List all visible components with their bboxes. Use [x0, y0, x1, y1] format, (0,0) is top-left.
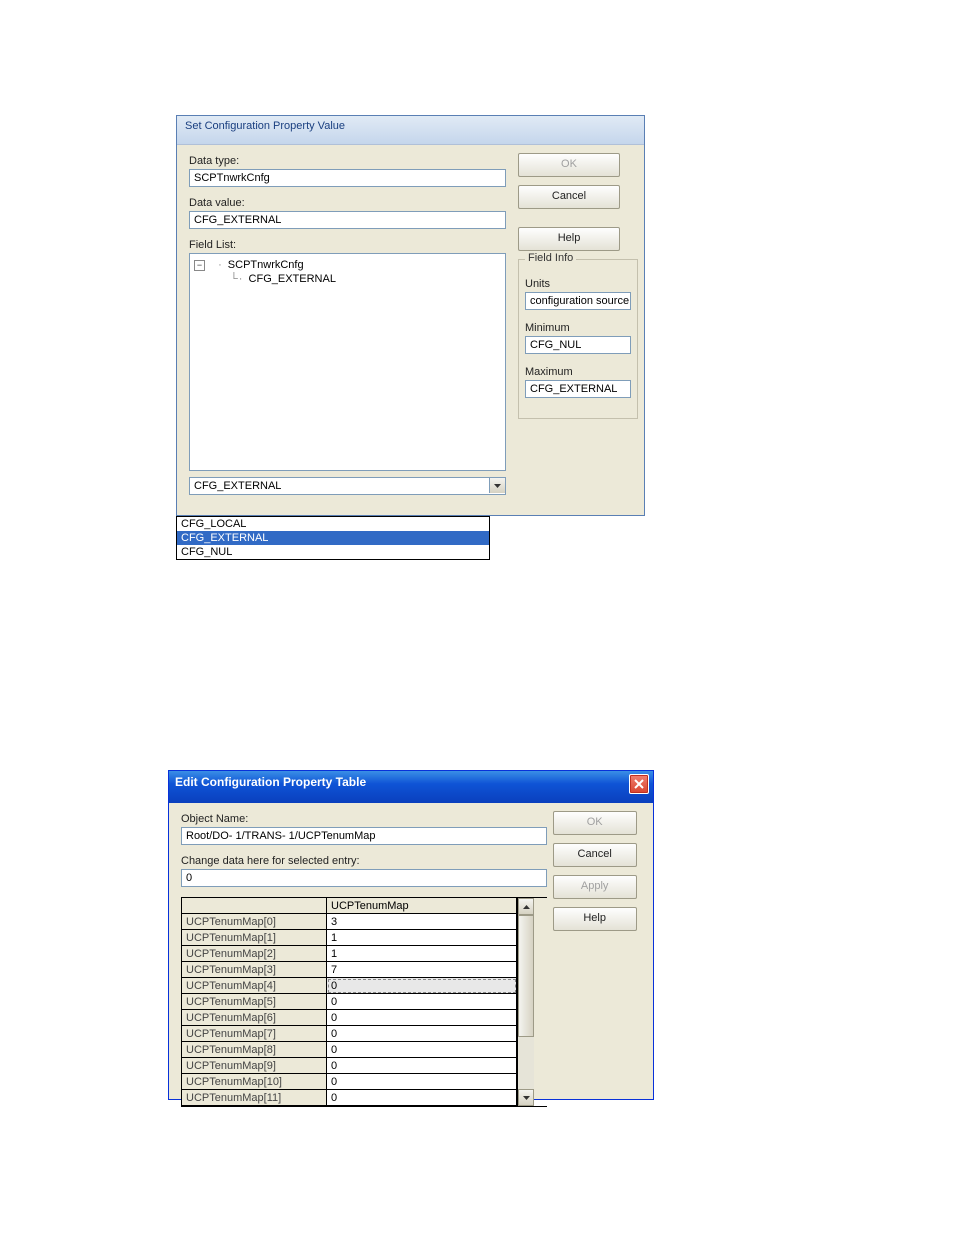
field-info-legend: Field Info — [525, 252, 576, 264]
maximum-label: Maximum — [525, 366, 631, 378]
tree-branch-icon: └· — [230, 273, 243, 285]
row-value-cell[interactable]: 1 — [327, 930, 517, 946]
row-value-cell[interactable]: 0 — [327, 1058, 517, 1074]
row-header[interactable]: UCPTenumMap[8] — [182, 1042, 327, 1058]
table-row[interactable]: UCPTenumMap[1]1 — [182, 930, 517, 946]
data-value-field: CFG_EXTERNAL — [189, 211, 506, 229]
table-row[interactable]: UCPTenumMap[3]7 — [182, 962, 517, 978]
tree-root[interactable]: − · SCPTnwrkCnfg — [194, 258, 501, 272]
table-row[interactable]: UCPTenumMap[4]0 — [182, 978, 517, 994]
object-name-field: Root/DO- 1/TRANS- 1/UCPTenumMap — [181, 827, 547, 845]
change-data-label: Change data here for selected entry: — [181, 855, 547, 867]
row-value-cell[interactable]: 0 — [327, 1074, 517, 1090]
value-combobox[interactable]: CFG_EXTERNAL — [189, 477, 506, 495]
close-icon — [634, 779, 644, 789]
tree-child-label: CFG_EXTERNAL — [249, 273, 336, 285]
row-header[interactable]: UCPTenumMap[0] — [182, 914, 327, 930]
scrollbar-track[interactable] — [518, 915, 534, 1089]
row-header[interactable]: UCPTenumMap[5] — [182, 994, 327, 1010]
combobox-listbox[interactable]: CFG_LOCALCFG_EXTERNALCFG_NUL — [176, 516, 490, 560]
field-info-group: Field Info Units configuration source na… — [518, 259, 638, 419]
enum-map-table: UCPTenumMap UCPTenumMap[0]3UCPTenumMap[1… — [181, 897, 547, 1107]
units-label: Units — [525, 278, 631, 290]
data-value-label: Data value: — [189, 197, 506, 209]
cancel-button[interactable]: Cancel — [518, 185, 620, 209]
table-row[interactable]: UCPTenumMap[11]0 — [182, 1090, 517, 1106]
row-header[interactable]: UCPTenumMap[4] — [182, 978, 327, 994]
row-value-cell[interactable]: 0 — [327, 978, 517, 994]
row-value-cell[interactable]: 0 — [327, 1010, 517, 1026]
table-row[interactable]: UCPTenumMap[5]0 — [182, 994, 517, 1010]
table-row[interactable]: UCPTenumMap[10]0 — [182, 1074, 517, 1090]
table-row[interactable]: UCPTenumMap[2]1 — [182, 946, 517, 962]
minimum-field: CFG_NUL — [525, 336, 631, 354]
combobox-dropdown-button[interactable] — [489, 478, 505, 493]
set-config-property-dialog: Set Configuration Property Value Data ty… — [176, 115, 645, 516]
row-header[interactable]: UCPTenumMap[6] — [182, 1010, 327, 1026]
row-value-cell[interactable]: 0 — [327, 994, 517, 1010]
row-header[interactable]: UCPTenumMap[1] — [182, 930, 327, 946]
row-header[interactable]: UCPTenumMap[9] — [182, 1058, 327, 1074]
collapse-icon[interactable]: − — [194, 260, 205, 271]
row-value-cell[interactable]: 7 — [327, 962, 517, 978]
combobox-option[interactable]: CFG_EXTERNAL — [177, 531, 489, 545]
help-button[interactable]: Help — [518, 227, 620, 251]
data-type-field: SCPTnwrkCnfg — [189, 169, 506, 187]
apply-button[interactable]: Apply — [553, 875, 637, 899]
column-header[interactable]: UCPTenumMap — [327, 898, 517, 914]
field-list-tree[interactable]: − · SCPTnwrkCnfg └· CFG_EXTERNAL — [189, 253, 506, 471]
table-row[interactable]: UCPTenumMap[0]3 — [182, 914, 517, 930]
field-list-label: Field List: — [189, 239, 506, 251]
table-vertical-scrollbar[interactable] — [517, 898, 534, 1106]
close-button[interactable] — [629, 774, 649, 794]
row-header-corner — [182, 898, 327, 914]
table-row[interactable]: UCPTenumMap[8]0 — [182, 1042, 517, 1058]
row-header[interactable]: UCPTenumMap[10] — [182, 1074, 327, 1090]
ok-button[interactable]: OK — [518, 153, 620, 177]
minimum-label: Minimum — [525, 322, 631, 334]
row-value-cell[interactable]: 0 — [327, 1090, 517, 1106]
row-header[interactable]: UCPTenumMap[3] — [182, 962, 327, 978]
maximum-field: CFG_EXTERNAL — [525, 380, 631, 398]
edit-config-property-table-dialog: Edit Configuration Property Table Object… — [168, 770, 654, 1100]
change-data-input[interactable]: 0 — [181, 869, 547, 887]
scroll-up-button[interactable] — [518, 898, 534, 915]
row-value-cell[interactable]: 0 — [327, 1026, 517, 1042]
table-row[interactable]: UCPTenumMap[9]0 — [182, 1058, 517, 1074]
combobox-option[interactable]: CFG_LOCAL — [177, 517, 489, 531]
chevron-up-icon — [523, 905, 530, 909]
chevron-down-icon — [494, 484, 501, 488]
dialog-title: Edit Configuration Property Table — [169, 771, 653, 803]
help-button[interactable]: Help — [553, 907, 637, 931]
tree-child[interactable]: └· CFG_EXTERNAL — [194, 272, 501, 286]
row-header[interactable]: UCPTenumMap[11] — [182, 1090, 327, 1106]
combobox-value: CFG_EXTERNAL — [189, 477, 506, 495]
units-field: configuration source na — [525, 292, 631, 310]
ok-button[interactable]: OK — [553, 811, 637, 835]
row-value-cell[interactable]: 1 — [327, 946, 517, 962]
dialog-title: Set Configuration Property Value — [177, 116, 644, 145]
row-value-cell[interactable]: 3 — [327, 914, 517, 930]
tree-dots-icon: · — [218, 259, 223, 271]
table-row[interactable]: UCPTenumMap[6]0 — [182, 1010, 517, 1026]
row-value-cell[interactable]: 0 — [327, 1042, 517, 1058]
data-type-label: Data type: — [189, 155, 506, 167]
table-row[interactable]: UCPTenumMap[7]0 — [182, 1026, 517, 1042]
row-header[interactable]: UCPTenumMap[7] — [182, 1026, 327, 1042]
chevron-down-icon — [523, 1096, 530, 1100]
dialog-title-text: Edit Configuration Property Table — [175, 775, 366, 789]
scrollbar-thumb[interactable] — [518, 915, 534, 1037]
row-header[interactable]: UCPTenumMap[2] — [182, 946, 327, 962]
combobox-option[interactable]: CFG_NUL — [177, 545, 489, 559]
object-name-label: Object Name: — [181, 813, 547, 825]
cancel-button[interactable]: Cancel — [553, 843, 637, 867]
tree-root-label: SCPTnwrkCnfg — [228, 259, 304, 271]
scroll-down-button[interactable] — [518, 1089, 534, 1106]
